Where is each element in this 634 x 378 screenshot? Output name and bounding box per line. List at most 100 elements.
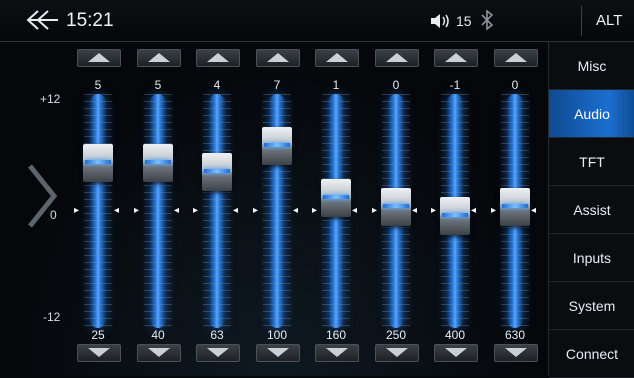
band-slider-knob[interactable] [381, 188, 411, 226]
triangle-down-icon [148, 348, 170, 357]
band-scale-ticks [84, 94, 112, 328]
menu-item-misc[interactable]: Misc [549, 42, 634, 90]
band-gain-value: -1 [449, 78, 461, 92]
axis-label-bottom: -12 [43, 310, 61, 324]
speaker-icon [431, 14, 449, 28]
equalizer-panel: +12 0 -12 5 25 ▸ ◂ 5 40 ▸ ◂ 4 63 ▸ ◂ 7 1… [0, 42, 548, 376]
band-column: 5 40 ▸ ◂ [130, 42, 186, 376]
triangle-down-icon [445, 348, 467, 357]
band-gain-value: 0 [511, 78, 519, 92]
band-column: 0 630 ▸ ◂ [487, 42, 543, 376]
axis-label-zero: 0 [50, 208, 57, 222]
triangle-up-icon [445, 53, 467, 62]
band-slider-knob[interactable] [321, 179, 351, 218]
band-frequency-label: 63 [210, 328, 224, 342]
band-up-button[interactable] [137, 49, 181, 67]
band-up-button[interactable] [315, 49, 359, 67]
band-down-button[interactable] [77, 344, 121, 362]
band-slider-knob[interactable] [262, 126, 292, 165]
zero-marker-left: ▸ [134, 205, 140, 216]
band-column: 1 160 ▸ ◂ [308, 42, 364, 376]
triangle-down-icon [326, 348, 348, 357]
band-up-button[interactable] [375, 49, 419, 67]
menu-item-audio[interactable]: Audio [549, 90, 634, 138]
zero-marker-right: ◂ [412, 205, 418, 216]
band-down-button[interactable] [256, 344, 300, 362]
zero-marker-left: ▸ [74, 205, 80, 216]
menu-item-connect[interactable]: Connect [549, 330, 634, 378]
triangle-up-icon [207, 53, 229, 62]
band-slider-knob[interactable] [143, 144, 173, 183]
band-gain-value: 5 [154, 78, 162, 92]
band-up-button[interactable] [196, 49, 240, 67]
zero-marker-left: ▸ [372, 205, 378, 216]
band-gain-value: 4 [213, 78, 221, 92]
band-up-button[interactable] [494, 49, 538, 67]
clock-time: 15:21 [66, 10, 114, 31]
triangle-down-icon [207, 348, 229, 357]
axis-label-top: +12 [40, 92, 61, 106]
triangle-up-icon [267, 53, 289, 62]
menu-item-inputs[interactable]: Inputs [549, 234, 634, 282]
triangle-up-icon [88, 53, 110, 62]
band-gain-value: 1 [332, 78, 340, 92]
band-column: -1 400 ▸ ◂ [427, 42, 483, 376]
band-down-button[interactable] [494, 344, 538, 362]
band-frequency-label: 250 [385, 328, 407, 342]
band-up-button[interactable] [434, 49, 478, 67]
zero-marker-right: ◂ [531, 205, 537, 216]
band-gain-value: 0 [392, 78, 400, 92]
alt-button[interactable]: ALT [596, 12, 622, 29]
band-slider-knob[interactable] [500, 188, 530, 226]
band-slider-knob[interactable] [440, 196, 470, 235]
zero-marker-right: ◂ [293, 205, 299, 216]
band-gain-value: 7 [273, 78, 281, 92]
menu-item-assist[interactable]: Assist [549, 186, 634, 234]
band-down-button[interactable] [434, 344, 478, 362]
triangle-up-icon [148, 53, 170, 62]
band-frequency-label: 160 [325, 328, 347, 342]
zero-marker-right: ◂ [233, 205, 239, 216]
triangle-down-icon [505, 348, 527, 357]
band-column: 5 25 ▸ ◂ [70, 42, 126, 376]
zero-marker-left: ▸ [193, 205, 199, 216]
band-slider-knob[interactable] [83, 144, 113, 183]
triangle-down-icon [386, 348, 408, 357]
band-up-button[interactable] [77, 49, 121, 67]
band-slider-knob[interactable] [202, 153, 232, 191]
triangle-down-icon [88, 348, 110, 357]
band-down-button[interactable] [196, 344, 240, 362]
band-frequency-label: 400 [444, 328, 466, 342]
band-scale-ticks [144, 94, 172, 328]
zero-marker-right: ◂ [471, 205, 477, 216]
band-column: 4 63 ▸ ◂ [189, 42, 245, 376]
status-bar: 15:21 15 ALT [0, 0, 634, 42]
zero-marker-right: ◂ [114, 205, 120, 216]
zero-marker-left: ▸ [491, 205, 497, 216]
zero-marker-right: ◂ [174, 205, 180, 216]
band-frequency-label: 630 [504, 328, 526, 342]
band-gain-value: 5 [94, 78, 102, 92]
band-frequency-label: 25 [91, 328, 105, 342]
band-down-button[interactable] [315, 344, 359, 362]
volume-level: 15 [456, 13, 472, 29]
triangle-down-icon [267, 348, 289, 357]
band-column: 7 100 ▸ ◂ [249, 42, 305, 376]
alt-separator [581, 6, 582, 36]
zero-marker-left: ▸ [431, 205, 437, 216]
settings-menu: Misc Audio TFT Assist Inputs System Connect [548, 42, 634, 378]
band-down-button[interactable] [375, 344, 419, 362]
band-column: 0 250 ▸ ◂ [368, 42, 424, 376]
bluetooth-icon [481, 9, 494, 31]
band-down-button[interactable] [137, 344, 181, 362]
band-scale-ticks [203, 94, 231, 328]
band-frequency-label: 100 [266, 328, 288, 342]
menu-item-tft[interactable]: TFT [549, 138, 634, 186]
zero-marker-left: ▸ [253, 205, 259, 216]
menu-item-system[interactable]: System [549, 282, 634, 330]
triangle-up-icon [505, 53, 527, 62]
triangle-up-icon [386, 53, 408, 62]
zero-marker-right: ◂ [352, 205, 358, 216]
back-arrow-icon[interactable] [24, 8, 60, 32]
band-up-button[interactable] [256, 49, 300, 67]
